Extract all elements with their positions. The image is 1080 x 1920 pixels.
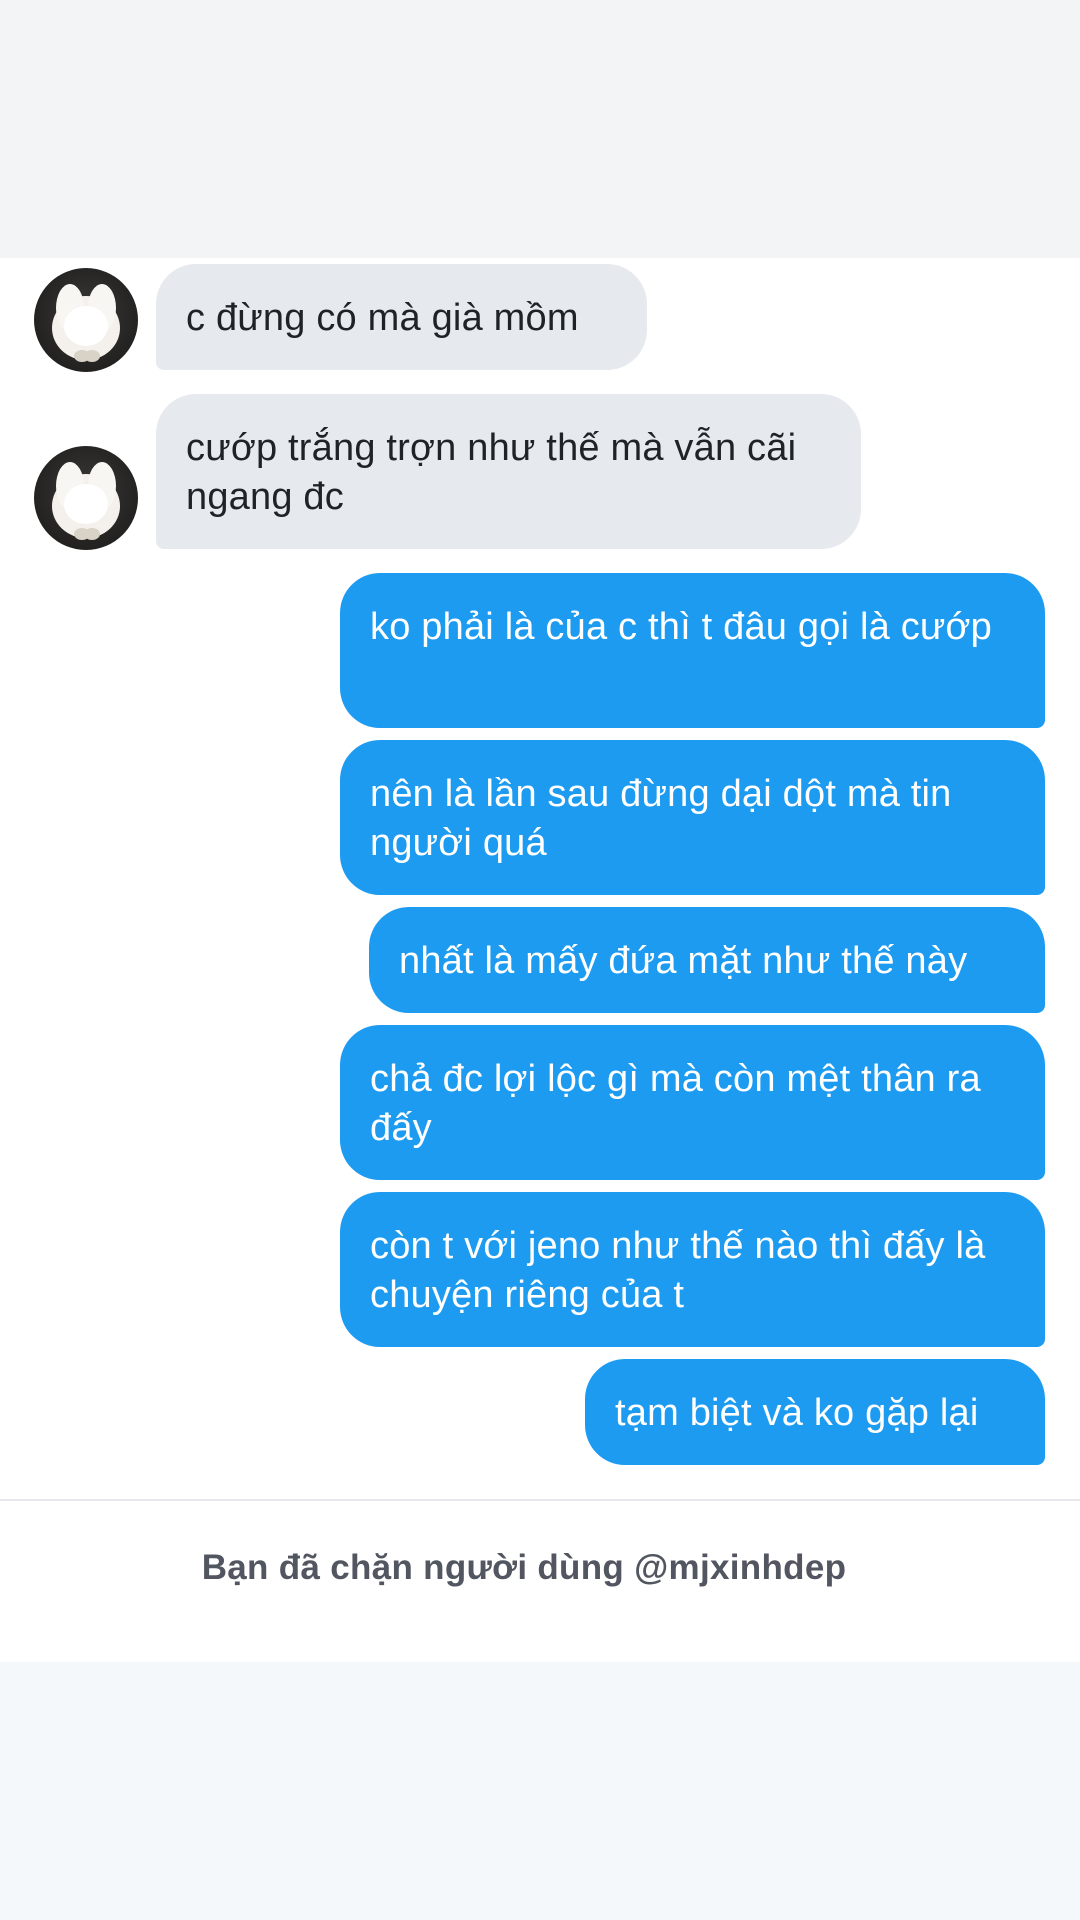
message-bubble-incoming[interactable]: cướp trắng trợn như thế mà vẫn cãi ngang… [156,394,861,549]
message-bubble-outgoing[interactable]: nên là lần sau đừng dại dột mà tin người… [340,740,1045,895]
sender-avatar[interactable] [34,446,138,550]
rabbit-icon [52,462,120,540]
bottom-blank-area [0,1662,1080,1920]
message-bubble-outgoing[interactable]: còn t với jeno như thế nào thì đấy là ch… [340,1192,1045,1347]
message-bubble-incoming[interactable]: c đừng có mà già mồm [156,264,647,370]
rabbit-icon [52,284,120,362]
sender-avatar[interactable] [34,268,138,372]
message-bubble-outgoing[interactable]: ko phải là của c thì t đâu gọi là cướp [340,573,1045,728]
divider [0,1499,1080,1501]
top-blank-area [0,0,1080,258]
blocked-user-notice: Bạn đã chặn người dùng @mjxinhdep [201,1548,847,1587]
message-bubble-outgoing[interactable]: chả đc lợi lộc gì mà còn mệt thân ra đấy [340,1025,1045,1180]
message-bubble-outgoing[interactable]: tạm biệt và ko gặp lại [585,1359,1045,1465]
message-bubble-outgoing[interactable]: nhất là mấy đứa mặt như thế này [369,907,1045,1013]
